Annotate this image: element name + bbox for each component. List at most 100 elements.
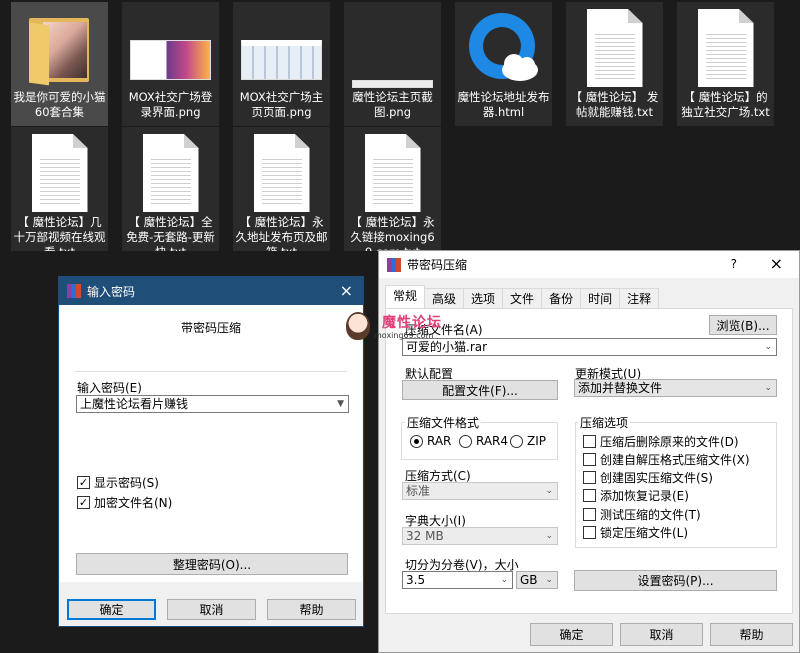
dialog-titlebar[interactable]: 带密码压缩 ? ×	[379, 251, 799, 278]
organize-passwords-button[interactable]: 整理密码(O)...	[76, 553, 348, 575]
file-name: 魔性论坛地址发布器.html	[457, 90, 550, 119]
watermark-url: moxing69.com	[374, 331, 434, 340]
delete-after-checkbox[interactable]: 压缩后删除原来的文件(D)	[583, 433, 739, 450]
file-name: 魔性论坛主页截图.png	[352, 90, 433, 119]
encrypt-filenames-checkbox[interactable]: ✓ 加密文件名(N)	[77, 494, 172, 511]
close-icon[interactable]: ×	[770, 254, 783, 273]
set-password-button[interactable]: 设置密码(P)...	[574, 570, 777, 591]
format-label: RAR	[427, 434, 452, 448]
file-name: 我是你可爱的小猫60套合集	[13, 90, 106, 119]
ok-button[interactable]: 确定	[67, 599, 156, 620]
password-input-value: 上魔性论坛看片赚钱	[80, 397, 189, 411]
watermark: 魔性论坛 moxing69.com	[346, 310, 456, 346]
update-mode-value: 添加并替换文件	[578, 381, 663, 395]
tab-comment[interactable]: 注释	[619, 288, 660, 308]
split-unit-value: GB	[520, 573, 538, 587]
dictionary-size-select[interactable]: 32 MB ⌄	[402, 527, 558, 545]
cancel-button[interactable]: 取消	[620, 623, 703, 646]
chevron-down-icon[interactable]: ⌄	[764, 339, 772, 355]
password-input[interactable]: 上魔性论坛看片赚钱 ▼	[76, 395, 349, 413]
file-tile-txt[interactable]: 【 魔性论坛】几十万部视频在线观看.txt	[11, 127, 108, 251]
lock-archive-checkbox[interactable]: 锁定压缩文件(L)	[583, 524, 688, 541]
text-file-icon	[241, 131, 322, 215]
close-icon[interactable]: ×	[340, 281, 353, 300]
compression-method-select[interactable]: 标准 ⌄	[402, 482, 558, 500]
file-tile-txt[interactable]: 【 魔性论坛】 发帖就能赚钱.txt	[566, 2, 663, 126]
tab-advanced[interactable]: 高级	[424, 288, 465, 308]
radio-icon	[459, 434, 472, 448]
dialog-title: 带密码压缩	[407, 258, 468, 272]
file-tile-txt[interactable]: 【 魔性论坛】永久地址发布页及邮箱.txt	[233, 127, 330, 251]
text-file-icon	[685, 6, 766, 90]
encrypt-filenames-label: 加密文件名(N)	[94, 496, 173, 510]
format-label: ZIP	[527, 434, 546, 448]
tab-files[interactable]: 文件	[502, 288, 543, 308]
format-zip-radio[interactable]: ZIP	[510, 434, 546, 448]
tab-backup[interactable]: 备份	[541, 288, 582, 308]
option-label: 压缩后删除原来的文件(D)	[600, 435, 739, 449]
enter-password-dialog: 输入密码 × 带密码压缩 输入密码(E) 上魔性论坛看片赚钱 ▼ ✓ 显示密码(…	[58, 276, 364, 627]
split-size-value: 3.5	[406, 573, 426, 587]
chevron-down-icon: ⌄	[545, 486, 553, 496]
sfx-checkbox[interactable]: 创建自解压格式压缩文件(X)	[583, 451, 750, 468]
chevron-down-icon[interactable]: ⌄	[500, 572, 508, 588]
divider	[75, 371, 347, 372]
format-rar-radio[interactable]: RAR	[410, 434, 451, 448]
image-thumbnail-icon	[130, 6, 211, 90]
browse-button[interactable]: 浏览(B)...	[709, 315, 777, 335]
checkmark-icon: ✓	[77, 496, 90, 509]
file-name: 【 魔性论坛】永久地址发布页及邮箱.txt	[235, 215, 328, 251]
checkbox-icon	[583, 435, 596, 448]
split-unit-select[interactable]: GB ⌄	[516, 571, 558, 589]
update-mode-select[interactable]: 添加并替换文件 ⌄	[574, 379, 777, 397]
file-tile-txt[interactable]: 【 魔性论坛】全免费-无套路-更新快.txt	[122, 127, 219, 251]
help-button[interactable]: 帮助	[710, 623, 793, 646]
file-tile-html[interactable]: 魔性论坛地址发布器.html	[455, 2, 552, 126]
file-tile-png[interactable]: MOX社交广场主页页面.png	[233, 2, 330, 126]
file-tile-txt[interactable]: 【 魔性论坛】永久链接moxing69.com.txt	[344, 127, 441, 251]
checkmark-icon: ✓	[77, 476, 90, 489]
tab-options[interactable]: 选项	[463, 288, 504, 308]
tab-general[interactable]: 常规	[385, 285, 426, 309]
tab-time[interactable]: 时间	[580, 288, 621, 308]
watermark-title: 魔性论坛	[382, 315, 442, 331]
cancel-button[interactable]: 取消	[167, 599, 256, 620]
file-name: MOX社交广场主页页面.png	[239, 90, 324, 119]
help-icon[interactable]: ?	[731, 257, 737, 271]
file-name: 【 魔性论坛】永久链接moxing69.com.txt	[350, 215, 435, 251]
file-tile-txt[interactable]: 【 魔性论坛】的独立社交广场.txt	[677, 2, 774, 126]
format-rar4-radio[interactable]: RAR4	[459, 434, 508, 448]
tab-bar: 常规 高级 选项 文件 备份 时间 注释	[385, 285, 660, 309]
folder-icon	[19, 6, 100, 90]
recovery-record-checkbox[interactable]: 添加恢复记录(E)	[583, 487, 689, 504]
file-tile-png[interactable]: MOX社交广场登录界面.png	[122, 2, 219, 126]
file-tile-png[interactable]: 魔性论坛主页截图.png	[344, 2, 441, 126]
option-label: 创建自解压格式压缩文件(X)	[600, 453, 750, 467]
show-password-label: 显示密码(S)	[94, 476, 159, 490]
archive-name-input[interactable]: 可爱的小猫.rar ⌄	[402, 338, 777, 356]
checkbox-icon	[583, 453, 596, 466]
file-name: MOX社交广场登录界面.png	[128, 90, 213, 119]
dialog-subtitle: 带密码压缩	[180, 321, 241, 335]
help-button[interactable]: 帮助	[267, 599, 356, 620]
chevron-down-icon[interactable]: ▼	[337, 396, 344, 412]
split-size-input[interactable]: 3.5 ⌄	[402, 571, 513, 589]
compression-method-value: 标准	[406, 484, 431, 498]
text-file-icon	[130, 131, 211, 215]
radio-icon	[510, 434, 523, 448]
profiles-button[interactable]: 配置文件(F)...	[402, 380, 558, 400]
dialog-titlebar[interactable]: 输入密码 ×	[59, 277, 363, 305]
chevron-down-icon: ⌄	[545, 575, 553, 585]
format-label: RAR4	[476, 434, 509, 448]
test-files-checkbox[interactable]: 测试压缩的文件(T)	[583, 506, 701, 523]
browser-icon	[463, 6, 544, 90]
show-password-checkbox[interactable]: ✓ 显示密码(S)	[77, 474, 159, 491]
dialog-body-white	[60, 305, 362, 582]
checkbox-icon	[583, 508, 596, 521]
ok-button[interactable]: 确定	[530, 623, 613, 646]
text-file-icon	[19, 131, 100, 215]
solid-checkbox[interactable]: 创建固实压缩文件(S)	[583, 469, 713, 486]
file-tile-folder[interactable]: 我是你可爱的小猫60套合集	[11, 2, 108, 126]
option-label: 创建固实压缩文件(S)	[600, 471, 713, 485]
chevron-down-icon: ⌄	[545, 531, 553, 541]
